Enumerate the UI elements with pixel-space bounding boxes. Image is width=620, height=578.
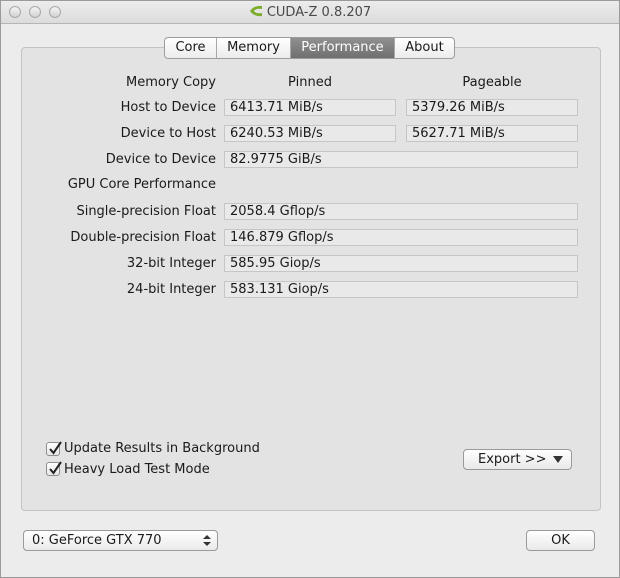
export-button-label: Export >> [478,452,547,467]
updown-arrows-icon [203,535,211,546]
tab-performance[interactable]: Performance [291,38,395,58]
int32-label: 32-bit Integer [126,256,216,271]
gpu-core-performance-label: GPU Core Performance [67,177,216,192]
device-to-device-field: 82.9775 GiB/s [224,151,578,168]
update-background-checkbox[interactable] [46,441,62,456]
host-to-device-label: Host to Device [120,100,216,115]
memory-copy-label: Memory Copy [126,75,216,90]
heavy-load-checkbox[interactable] [46,461,62,476]
export-button[interactable]: Export >> [463,449,572,470]
host-to-device-pinned-field: 6413.71 MiB/s [224,99,396,116]
int24-field: 583.131 Giop/s [224,281,578,298]
int32-field: 585.95 Giop/s [224,255,578,272]
triangle-down-icon [553,456,563,463]
title-bar: CUDA-Z 0.8.207 [1,1,619,24]
double-precision-field: 146.879 Gflop/s [224,229,578,246]
single-precision-field: 2058.4 Gflop/s [224,203,578,220]
device-to-device-label: Device to Device [105,152,216,167]
tab-about[interactable]: About [395,38,454,58]
checkmark-icon [49,441,62,455]
device-select[interactable]: 0: GeForce GTX 770 [23,530,218,551]
int24-label: 24-bit Integer [126,282,216,297]
tab-bar: Core Memory Performance About [164,37,455,59]
checkmark-icon [49,461,62,475]
device-to-host-pinned-field: 6240.53 MiB/s [224,125,396,142]
tab-memory[interactable]: Memory [217,38,291,58]
double-precision-label: Double-precision Float [70,230,216,245]
pinned-column-header: Pinned [288,75,332,90]
cuda-z-logo-icon [249,5,263,17]
window-title: CUDA-Z 0.8.207 [266,5,372,20]
device-to-host-pageable-field: 5627.71 MiB/s [406,125,578,142]
app-window: CUDA-Z 0.8.207 Core Memory Performance A… [0,0,620,578]
ok-button[interactable]: OK [526,530,595,551]
heavy-load-label: Heavy Load Test Mode [64,462,210,477]
update-background-label: Update Results in Background [64,441,260,456]
host-to-device-pageable-field: 5379.26 MiB/s [406,99,578,116]
device-select-value: 0: GeForce GTX 770 [32,533,162,548]
device-to-host-label: Device to Host [120,126,216,141]
single-precision-label: Single-precision Float [76,204,216,219]
pageable-column-header: Pageable [462,75,522,90]
window-title-area: CUDA-Z 0.8.207 [1,5,619,20]
tab-core[interactable]: Core [165,38,217,58]
